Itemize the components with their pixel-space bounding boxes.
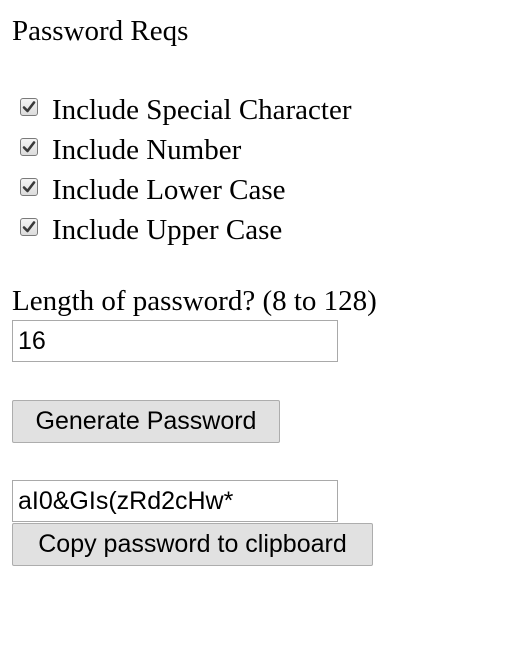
option-number[interactable]: Include Number (20, 130, 352, 170)
upper-case-label: Include Upper Case (52, 214, 283, 246)
option-special-character[interactable]: Include Special Character (20, 90, 352, 130)
checkmark-icon (22, 221, 36, 233)
length-label: Length of password? (8 to 128) (12, 285, 377, 317)
number-label: Include Number (52, 134, 242, 166)
option-lower-case[interactable]: Include Lower Case (20, 170, 352, 210)
password-output-field[interactable] (12, 480, 338, 522)
generate-password-button[interactable]: Generate Password (12, 400, 280, 443)
options-list: Include Special Character Include Number… (20, 90, 352, 250)
length-input[interactable] (12, 320, 338, 362)
page-title: Password Reqs (12, 15, 189, 47)
special-character-checkbox[interactable] (20, 98, 38, 116)
special-character-label: Include Special Character (52, 94, 352, 126)
lower-case-label: Include Lower Case (52, 174, 286, 206)
number-checkbox[interactable] (20, 138, 38, 156)
lower-case-checkbox[interactable] (20, 178, 38, 196)
upper-case-checkbox[interactable] (20, 218, 38, 236)
checkmark-icon (22, 101, 36, 113)
option-upper-case[interactable]: Include Upper Case (20, 210, 352, 250)
checkmark-icon (22, 141, 36, 153)
checkmark-icon (22, 181, 36, 193)
copy-password-button[interactable]: Copy password to clipboard (12, 523, 373, 566)
